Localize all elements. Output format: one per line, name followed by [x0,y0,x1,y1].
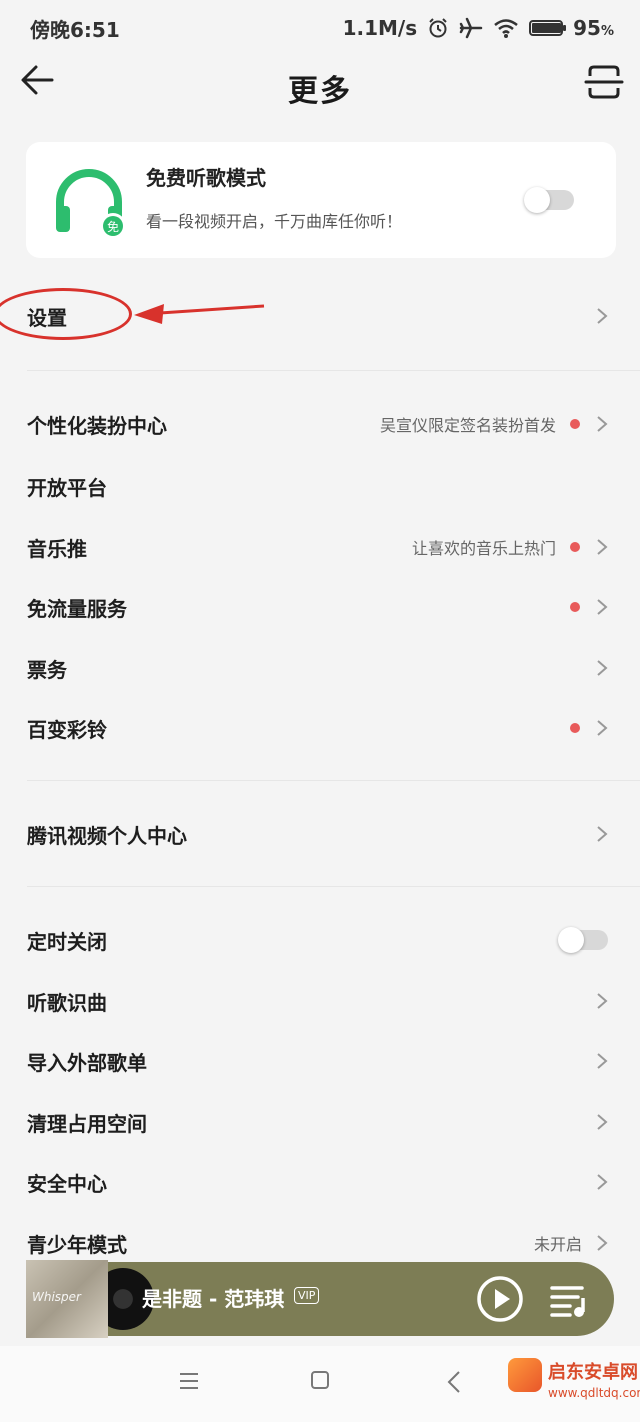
item-subtitle: 未开启 [533,1235,582,1254]
watermark-icon [508,1358,542,1392]
item-label: 导入外部歌单 [27,1050,147,1075]
chevron-right-icon [597,826,608,842]
mini-player[interactable]: Whisper 是非题 - 范玮琪 VIP [26,1260,614,1338]
chevron-right-icon [597,660,608,676]
home-icon[interactable] [310,1370,330,1390]
headphone-icon: 免 [56,169,126,239]
chevron-right-icon [597,539,608,555]
divider [27,780,640,781]
status-bar: 傍晚6:51 1.1M/s 95% [0,0,640,56]
item-subtitle: 让喜欢的音乐上热门 [411,539,556,558]
item-label: 百变彩铃 [27,717,107,742]
status-time: 傍晚6:51 [30,17,120,42]
item-label: 票务 [27,657,67,682]
cover-text: Whisper [32,1290,81,1304]
album-cover[interactable]: Whisper [26,1260,108,1338]
vip-badge: VIP [294,1287,320,1304]
divider [27,370,640,371]
red-dot-badge [570,419,580,429]
chevron-right-icon [597,993,608,1009]
song-title: 是非题 - 范玮琪 [142,1287,285,1311]
red-dot-badge [570,723,580,733]
alarm-icon [429,18,447,38]
chevron-right-icon [597,1053,608,1069]
free-mode-title: 免费听歌模式 [146,166,266,190]
red-dot-badge [570,602,580,612]
item-label: 免流量服务 [27,596,127,621]
page-title: 更多 [288,74,352,109]
chevron-right-icon [597,1114,608,1130]
wifi-icon [494,19,518,38]
play-icon[interactable] [476,1275,524,1323]
item-subtitle: 吴宣仪限定签名装扮首发 [379,416,556,435]
list-item[interactable]: 开放平台 [0,456,640,516]
chevron-right-icon [597,308,608,324]
chevron-right-icon [597,720,608,736]
item-label: 定时关闭 [27,929,107,954]
watermark-title: 启东安卓网 [548,1362,638,1383]
divider [27,886,640,887]
scan-icon[interactable] [584,62,624,102]
chevron-right-icon [597,416,608,432]
annotation-arrow [134,304,265,324]
chevron-right-icon [597,599,608,615]
network-speed: 1.1M/s [342,16,418,40]
chevron-right-icon [597,1174,608,1190]
status-icons: 1.1M/s 95% [343,16,614,40]
free-badge: 免 [107,219,119,234]
watermark-logo: 启东安卓网 www.qdltdq.com [508,1356,640,1418]
annotation-circle [0,288,132,340]
free-mode-card[interactable]: 免 免费听歌模式 看一段视频开启，千万曲库任你听！ [26,142,616,258]
free-mode-description: 看一段视频开启，千万曲库任你听！ [146,212,403,231]
airplane-icon [459,17,483,39]
menu-icon[interactable] [178,1370,200,1392]
item-label: 音乐推 [27,536,87,561]
list-item[interactable]: 票务 [0,638,640,698]
list-item[interactable]: 腾讯视频个人中心 [0,804,640,864]
battery-percent: 95% [573,16,614,40]
item-label: 青少年模式 [27,1232,127,1257]
list-item[interactable]: 清理占用空间 [0,1092,640,1152]
watermark-url: www.qdltdq.com [548,1386,640,1400]
list-item[interactable]: 导入外部歌单 [0,1031,640,1091]
list-item[interactable]: 安全中心 [0,1152,640,1212]
item-label: 腾讯视频个人中心 [27,823,187,848]
free-mode-toggle[interactable] [524,187,574,213]
nav-back-icon[interactable] [446,1370,462,1394]
red-dot-badge [570,542,580,552]
list-item[interactable]: 百变彩铃 [0,698,640,758]
item-label: 听歌识曲 [27,990,107,1015]
item-label: 开放平台 [27,475,107,500]
timer-row[interactable]: 定时关闭 [0,910,640,970]
title-bar: 更多 [0,56,640,120]
back-arrow-icon[interactable] [18,60,58,100]
battery-icon [529,20,567,36]
list-item[interactable]: 听歌识曲 [0,971,640,1031]
list-item[interactable]: 音乐推 让喜欢的音乐上热门 [0,517,640,577]
item-label: 清理占用空间 [27,1111,147,1136]
list-item[interactable]: 免流量服务 [0,577,640,637]
timer-toggle[interactable] [558,927,608,953]
chevron-right-icon [597,1235,608,1251]
playlist-icon[interactable] [548,1282,588,1318]
item-label: 个性化装扮中心 [27,413,167,438]
list-item[interactable]: 个性化装扮中心 吴宣仪限定签名装扮首发 [0,394,640,454]
item-label: 安全中心 [27,1171,107,1196]
